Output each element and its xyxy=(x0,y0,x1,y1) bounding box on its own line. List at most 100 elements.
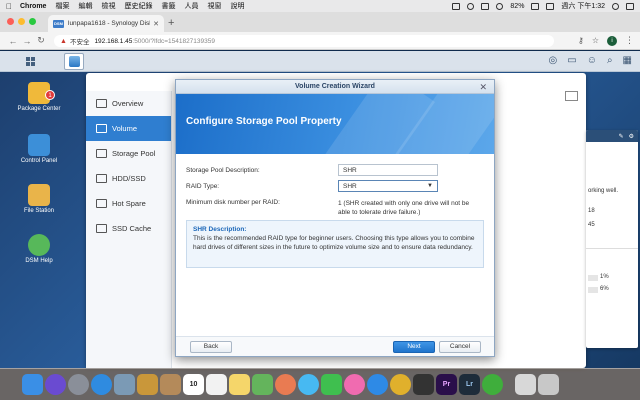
siri-icon[interactable] xyxy=(45,374,66,395)
more-menu-icon[interactable]: ⋮ xyxy=(625,35,634,46)
folder-icon xyxy=(28,184,50,206)
sidebar-item-overview[interactable]: Overview xyxy=(86,91,171,116)
key-icon[interactable]: ⚷ xyxy=(578,36,584,45)
storage-pool-icon xyxy=(96,149,107,158)
menu-file[interactable]: 檔案 xyxy=(55,1,69,11)
min-disk-value: 1 (SHR created with only one drive will … xyxy=(338,200,470,216)
notes-icon[interactable] xyxy=(229,374,250,395)
settings-icon[interactable]: ⚙ xyxy=(629,133,634,140)
bookmark-star-icon[interactable]: ☆ xyxy=(592,36,599,45)
reload-icon[interactable]: ↻ xyxy=(34,35,48,46)
close-tab-icon[interactable]: ✕ xyxy=(153,20,159,28)
sidebar-item-label: HDD/SSD xyxy=(112,174,146,183)
apple-icon[interactable]:  xyxy=(6,2,12,11)
menu-window[interactable]: 視窗 xyxy=(207,1,221,11)
trash-icon[interactable] xyxy=(538,374,559,395)
wifi-icon[interactable] xyxy=(496,2,504,10)
wizard-form: Storage Pool Description: SHR RAID Type:… xyxy=(186,164,486,216)
back-button[interactable]: Back xyxy=(190,341,232,353)
display-icon[interactable] xyxy=(481,2,490,10)
battery-icon[interactable] xyxy=(531,2,540,10)
search-icon[interactable]: ⌕ xyxy=(607,55,613,66)
update-badge: 1 xyxy=(45,90,55,100)
widgets-icon[interactable]: ▦ xyxy=(623,55,632,66)
description-input[interactable]: SHR xyxy=(338,164,438,176)
sidebar-item-hot-spare[interactable]: Hot Spare xyxy=(86,191,171,216)
input-method-icon[interactable] xyxy=(546,2,555,10)
app-store-icon[interactable] xyxy=(367,374,388,395)
spotlight-icon[interactable] xyxy=(612,2,619,10)
main-menu-button[interactable] xyxy=(10,54,50,69)
facetime-icon[interactable] xyxy=(321,374,342,395)
menu-history[interactable]: 歷史紀錄 xyxy=(124,1,152,11)
chat-icon[interactable]: ◎ xyxy=(549,55,558,66)
user-icon[interactable]: ☺ xyxy=(587,55,597,66)
menu-view[interactable]: 檢視 xyxy=(101,1,115,11)
sidebar-item-hdd-ssd[interactable]: HDD/SSD xyxy=(86,166,171,191)
notes-book-icon[interactable] xyxy=(137,374,158,395)
menubar-clock[interactable]: 週六 下午1:32 xyxy=(561,1,605,11)
safari-icon[interactable] xyxy=(91,374,112,395)
maps-icon[interactable] xyxy=(252,374,273,395)
next-button[interactable]: Next xyxy=(393,341,435,353)
menu-bookmarks[interactable]: 書籤 xyxy=(161,1,175,11)
description-label: Storage Pool Description: xyxy=(186,167,260,174)
not-secure-label[interactable]: 不安全 xyxy=(70,36,90,46)
desktop-icon-control-panel[interactable]: Control Panel xyxy=(14,134,64,164)
close-window-button[interactable] xyxy=(7,18,14,25)
list-view-icon[interactable] xyxy=(565,91,578,101)
raid-type-select[interactable]: SHR ▼ xyxy=(338,180,438,192)
preview-icon[interactable] xyxy=(114,374,135,395)
browser-tab-strip: DSM lunpapa1618 - Synology DiskS ✕ + xyxy=(0,12,640,32)
document-icon[interactable] xyxy=(515,374,536,395)
chrome-icon[interactable] xyxy=(390,374,411,395)
sidebar-item-storage-pool[interactable]: Storage Pool xyxy=(86,141,171,166)
lightroom-icon[interactable]: Lr xyxy=(459,374,480,395)
zoom-window-button[interactable] xyxy=(29,18,36,25)
wizard-footer: Back Next Cancel xyxy=(176,336,494,356)
desktop-icon-package-center[interactable]: 1 Package Center xyxy=(14,82,64,112)
battery-percent[interactable]: 82% xyxy=(510,3,524,10)
messages-icon[interactable] xyxy=(298,374,319,395)
finder-icon[interactable] xyxy=(22,374,43,395)
ssd-cache-icon xyxy=(96,224,107,233)
menu-people[interactable]: 人員 xyxy=(184,1,198,11)
warning-icon[interactable]: ▲ xyxy=(60,38,67,45)
desktop-icon-dsm-help[interactable]: DSM Help xyxy=(14,234,64,264)
dsm-taskbar: ◎ ▭ ☺ ⌕ ▦ xyxy=(0,51,640,72)
minimize-window-button[interactable] xyxy=(18,18,25,25)
pin-icon[interactable]: ✎ xyxy=(619,133,624,140)
address-bar[interactable]: ▲ 不安全 192.168.1.45 :5000/?lfdc=154182713… xyxy=(54,35,554,47)
sidebar-item-volume[interactable]: Volume xyxy=(86,116,171,141)
desktop-icon-file-station[interactable]: File Station xyxy=(14,184,64,214)
evernote-icon[interactable] xyxy=(482,374,503,395)
reminders-icon[interactable] xyxy=(206,374,227,395)
new-tab-button[interactable]: + xyxy=(168,17,174,29)
health-status-text: orking well. xyxy=(588,188,619,194)
dropbox-icon[interactable] xyxy=(452,2,461,10)
forward-arrow-icon[interactable]: → xyxy=(20,36,34,46)
control-panel-icon xyxy=(28,134,50,156)
chevron-down-icon[interactable]: ▼ xyxy=(427,183,433,189)
profile-avatar[interactable]: i xyxy=(607,35,617,46)
photos-icon[interactable] xyxy=(275,374,296,395)
timemachine-icon[interactable] xyxy=(467,2,475,10)
notification-icon[interactable]: ▭ xyxy=(567,55,576,66)
final-cut-icon[interactable] xyxy=(413,374,434,395)
menu-app-name[interactable]: Chrome xyxy=(20,3,46,10)
contacts-icon[interactable] xyxy=(160,374,181,395)
sidebar-item-ssd-cache[interactable]: SSD Cache xyxy=(86,216,171,241)
launchpad-icon[interactable] xyxy=(68,374,89,395)
back-arrow-icon[interactable]: ← xyxy=(6,36,20,46)
menu-help[interactable]: 說明 xyxy=(230,1,244,11)
notification-center-icon[interactable] xyxy=(626,2,634,10)
menu-edit[interactable]: 編輯 xyxy=(78,1,92,11)
calendar-icon[interactable]: 10 xyxy=(183,374,204,395)
taskbar-storage-manager[interactable] xyxy=(64,53,84,70)
close-icon[interactable]: ✕ xyxy=(479,80,487,94)
widget-value: 45 xyxy=(588,222,595,228)
browser-tab-active[interactable]: DSM lunpapa1618 - Synology DiskS ✕ xyxy=(48,15,164,32)
itunes-icon[interactable] xyxy=(344,374,365,395)
premiere-icon[interactable]: Pr xyxy=(436,374,457,395)
cancel-button[interactable]: Cancel xyxy=(439,341,481,353)
